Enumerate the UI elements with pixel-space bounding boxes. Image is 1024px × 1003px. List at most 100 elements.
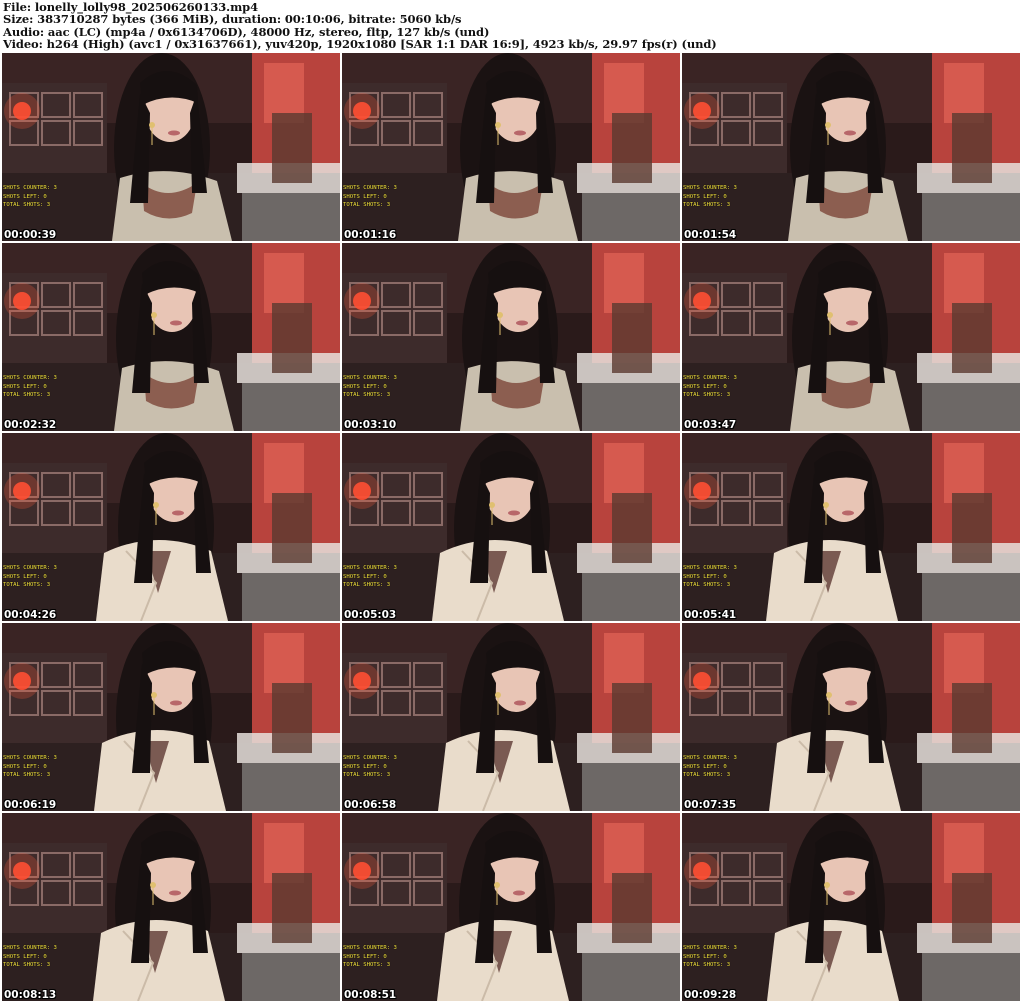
overlay-total-shots: TOTAL SHOTS: 3 (343, 392, 391, 399)
overlay-total-shots: TOTAL SHOTS: 3 (3, 392, 51, 399)
thumbnail-timestamp: 00:02:32 (4, 419, 57, 431)
thumbnail-scene (2, 623, 340, 811)
shots-overlay: SHOTS COUNTER: 3 SHOTS LEFT: 0 TOTAL SHOTS… (343, 564, 397, 590)
thumbnail-timestamp: 00:05:03 (344, 609, 397, 621)
shots-overlay: SHOTS COUNTER: 3 SHOTS LEFT: 0 TOTAL SHOTS… (683, 564, 737, 590)
shots-overlay: SHOTS COUNTER: 3 SHOTS LEFT: 0 TOTAL SHOTS… (683, 184, 737, 210)
video-thumbnail: SHOTS COUNTER: 3 SHOTS LEFT: 0 TOTAL SHOTS… (682, 623, 1020, 811)
overlay-shots-counter: SHOTS COUNTER: 3 (3, 375, 57, 381)
overlay-total-shots: TOTAL SHOTS: 3 (343, 962, 391, 969)
thumbnail-scene (2, 433, 340, 621)
thumbnail-timestamp: 00:00:39 (4, 229, 57, 241)
shots-overlay: SHOTS COUNTER: 3 SHOTS LEFT: 0 TOTAL SHOTS… (3, 374, 57, 400)
overlay-total-shots: TOTAL SHOTS: 3 (683, 392, 731, 399)
overlay-total-shots: TOTAL SHOTS: 3 (683, 772, 731, 779)
shots-overlay: SHOTS COUNTER: 3 SHOTS LEFT: 0 TOTAL SHOTS… (683, 944, 737, 970)
overlay-shots-left: SHOTS LEFT: 0 (683, 763, 727, 770)
thumbnail-scene (342, 53, 680, 241)
overlay-shots-counter: SHOTS COUNTER: 3 (343, 375, 397, 381)
video-thumbnail: SHOTS COUNTER: 3 SHOTS LEFT: 0 TOTAL SHOTS… (2, 243, 340, 431)
thumbnail-scene (2, 243, 340, 431)
video-thumbnail: SHOTS COUNTER: 3 SHOTS LEFT: 0 TOTAL SHOTS… (342, 623, 680, 811)
overlay-total-shots: TOTAL SHOTS: 3 (683, 582, 731, 589)
overlay-shots-counter: SHOTS COUNTER: 3 (3, 945, 57, 951)
video-thumbnail: SHOTS COUNTER: 3 SHOTS LEFT: 0 TOTAL SHOTS… (682, 813, 1020, 1001)
overlay-shots-left: SHOTS LEFT: 0 (3, 573, 47, 580)
shots-overlay: SHOTS COUNTER: 3 SHOTS LEFT: 0 TOTAL SHOTS… (343, 374, 397, 400)
shots-overlay: SHOTS COUNTER: 3 SHOTS LEFT: 0 TOTAL SHOTS… (343, 184, 397, 210)
overlay-shots-left: SHOTS LEFT: 0 (683, 573, 727, 580)
shots-overlay: SHOTS COUNTER: 3 SHOTS LEFT: 0 TOTAL SHOTS… (343, 754, 397, 780)
thumbnail-scene (2, 813, 340, 1001)
video-thumbnail: SHOTS COUNTER: 3 SHOTS LEFT: 0 TOTAL SHOTS… (342, 813, 680, 1001)
overlay-total-shots: TOTAL SHOTS: 3 (3, 202, 51, 209)
thumbnail-timestamp: 00:08:51 (344, 989, 397, 1001)
thumbnail-timestamp: 00:09:28 (684, 989, 737, 1001)
overlay-shots-left: SHOTS LEFT: 0 (3, 383, 47, 390)
overlay-total-shots: TOTAL SHOTS: 3 (343, 772, 391, 779)
thumbnail-scene (682, 813, 1020, 1001)
video-thumbnail: SHOTS COUNTER: 3 SHOTS LEFT: 0 TOTAL SHOTS… (2, 813, 340, 1001)
overlay-total-shots: TOTAL SHOTS: 3 (3, 962, 51, 969)
overlay-total-shots: TOTAL SHOTS: 3 (3, 772, 51, 779)
thumbnail-timestamp: 00:07:35 (684, 799, 737, 811)
overlay-shots-counter: SHOTS COUNTER: 3 (683, 565, 737, 571)
overlay-shots-left: SHOTS LEFT: 0 (683, 953, 727, 960)
thumbnail-scene (682, 433, 1020, 621)
overlay-shots-left: SHOTS LEFT: 0 (343, 193, 387, 200)
overlay-shots-left: SHOTS LEFT: 0 (343, 763, 387, 770)
thumbnail-timestamp: 00:01:54 (684, 229, 737, 241)
overlay-shots-left: SHOTS LEFT: 0 (3, 193, 47, 200)
overlay-shots-counter: SHOTS COUNTER: 3 (683, 185, 737, 191)
overlay-shots-left: SHOTS LEFT: 0 (343, 383, 387, 390)
file-size-line: Size: 383710287 bytes (366 MiB), duratio… (3, 12, 462, 27)
overlay-shots-left: SHOTS LEFT: 0 (343, 573, 387, 580)
video-thumbnail: SHOTS COUNTER: 3 SHOTS LEFT: 0 TOTAL SHOTS… (682, 243, 1020, 431)
shots-overlay: SHOTS COUNTER: 3 SHOTS LEFT: 0 TOTAL SHOTS… (3, 754, 57, 780)
overlay-shots-left: SHOTS LEFT: 0 (683, 383, 727, 390)
overlay-total-shots: TOTAL SHOTS: 3 (343, 582, 391, 589)
shots-overlay: SHOTS COUNTER: 3 SHOTS LEFT: 0 TOTAL SHOTS… (3, 184, 57, 210)
overlay-shots-counter: SHOTS COUNTER: 3 (343, 755, 397, 761)
thumbnail-timestamp: 00:01:16 (344, 229, 397, 241)
overlay-shots-counter: SHOTS COUNTER: 3 (343, 945, 397, 951)
video-thumbnail: SHOTS COUNTER: 3 SHOTS LEFT: 0 TOTAL SHOTS… (682, 53, 1020, 241)
shots-overlay: SHOTS COUNTER: 3 SHOTS LEFT: 0 TOTAL SHOTS… (343, 944, 397, 970)
overlay-total-shots: TOTAL SHOTS: 3 (343, 202, 391, 209)
overlay-shots-counter: SHOTS COUNTER: 3 (3, 755, 57, 761)
overlay-shots-counter: SHOTS COUNTER: 3 (683, 755, 737, 761)
shots-overlay: SHOTS COUNTER: 3 SHOTS LEFT: 0 TOTAL SHOTS… (3, 944, 57, 970)
video-thumbnail: SHOTS COUNTER: 3 SHOTS LEFT: 0 TOTAL SHOTS… (2, 433, 340, 621)
thumbnail-scene (342, 813, 680, 1001)
video-thumbnail: SHOTS COUNTER: 3 SHOTS LEFT: 0 TOTAL SHOTS… (342, 243, 680, 431)
thumbnail-scene (342, 243, 680, 431)
overlay-shots-left: SHOTS LEFT: 0 (3, 953, 47, 960)
thumbnail-timestamp: 00:05:41 (684, 609, 737, 621)
thumbnail-scene (682, 623, 1020, 811)
thumbnail-timestamp: 00:03:10 (344, 419, 397, 431)
overlay-shots-left: SHOTS LEFT: 0 (3, 763, 47, 770)
video-info-line: Video: h264 (High) (avc1 / 0x31637661), … (3, 37, 717, 52)
overlay-shots-counter: SHOTS COUNTER: 3 (343, 185, 397, 191)
shots-overlay: SHOTS COUNTER: 3 SHOTS LEFT: 0 TOTAL SHOTS… (683, 374, 737, 400)
thumbnail-scene (682, 53, 1020, 241)
shots-overlay: SHOTS COUNTER: 3 SHOTS LEFT: 0 TOTAL SHOTS… (3, 564, 57, 590)
overlay-shots-left: SHOTS LEFT: 0 (343, 953, 387, 960)
thumbnail-timestamp: 00:08:13 (4, 989, 57, 1001)
overlay-shots-counter: SHOTS COUNTER: 3 (343, 565, 397, 571)
thumbnail-timestamp: 00:06:58 (344, 799, 397, 811)
thumbnail-scene (682, 243, 1020, 431)
video-thumbnail: SHOTS COUNTER: 3 SHOTS LEFT: 0 TOTAL SHOTS… (2, 53, 340, 241)
thumbnail-timestamp: 00:03:47 (684, 419, 737, 431)
video-thumbnail: SHOTS COUNTER: 3 SHOTS LEFT: 0 TOTAL SHOTS… (2, 623, 340, 811)
overlay-shots-left: SHOTS LEFT: 0 (683, 193, 727, 200)
thumbnail-timestamp: 00:06:19 (4, 799, 57, 811)
thumbnail-scene (2, 53, 340, 241)
overlay-total-shots: TOTAL SHOTS: 3 (683, 202, 731, 209)
video-thumbnail: SHOTS COUNTER: 3 SHOTS LEFT: 0 TOTAL SHOTS… (342, 53, 680, 241)
overlay-total-shots: TOTAL SHOTS: 3 (683, 962, 731, 969)
file-info-header: File: lonelly_lolly98_202506260133.mp4 S… (3, 1, 1021, 51)
thumbnail-grid: SHOTS COUNTER: 3 SHOTS LEFT: 0 TOTAL SHOTS… (2, 53, 1022, 1003)
thumbnail-timestamp: 00:04:26 (4, 609, 57, 621)
overlay-shots-counter: SHOTS COUNTER: 3 (683, 945, 737, 951)
